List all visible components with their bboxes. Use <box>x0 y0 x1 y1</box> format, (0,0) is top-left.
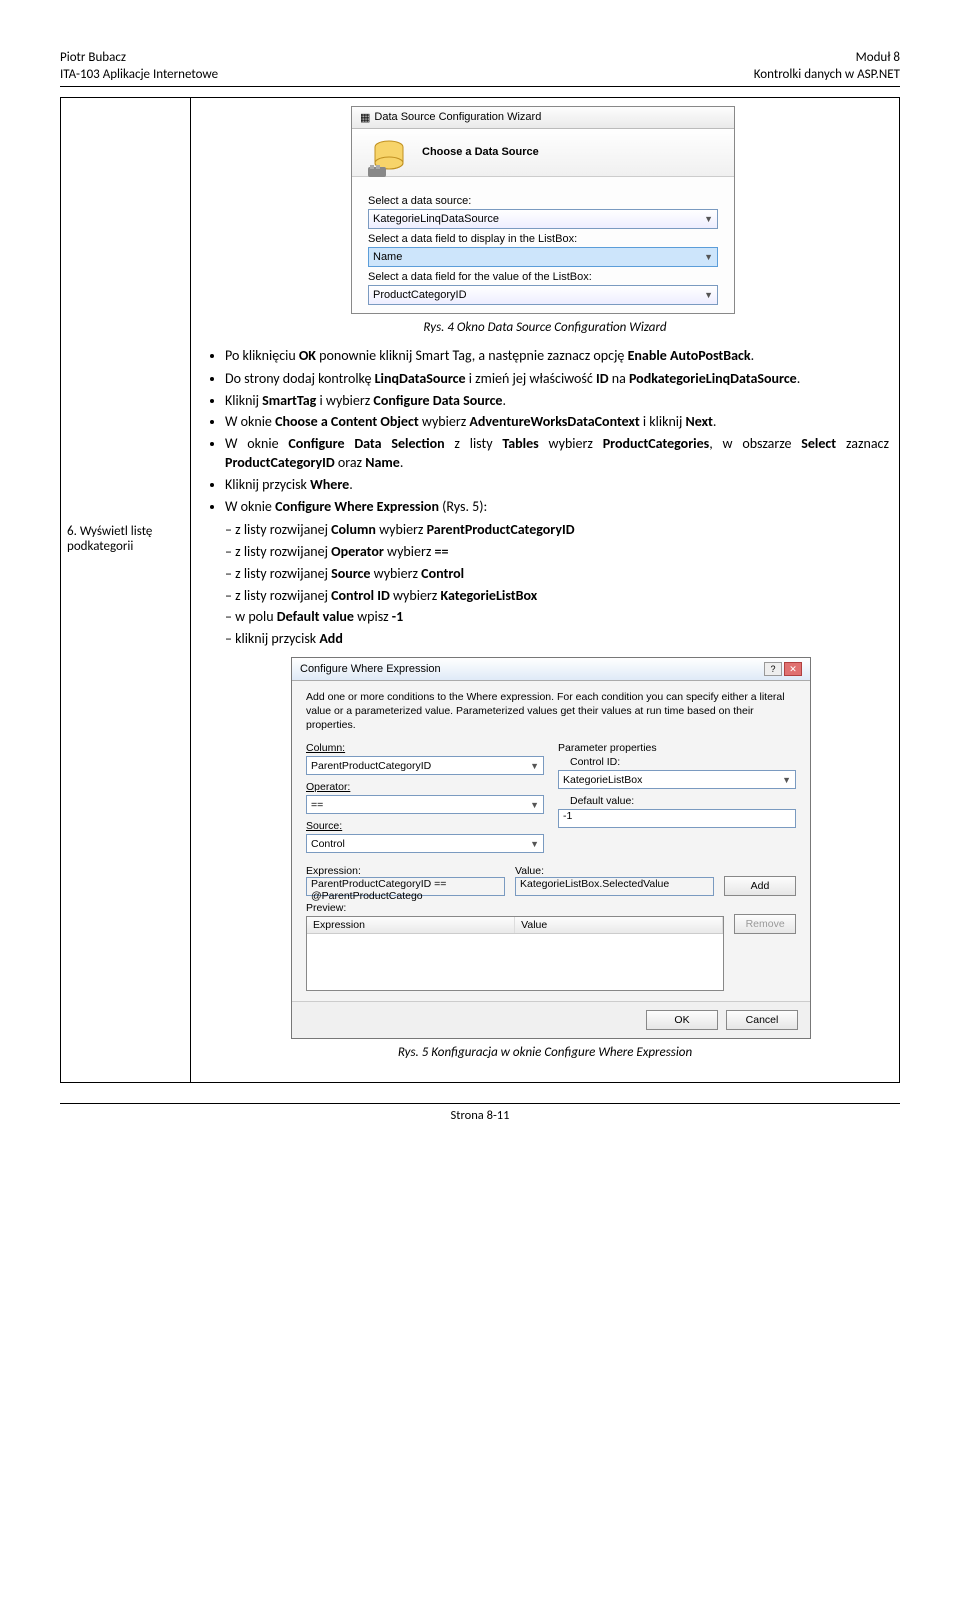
wizard1-combo-value[interactable]: ProductCategoryID▼ <box>368 285 718 305</box>
bullet-smarttag: Kliknij SmartTag i wybierz Configure Dat… <box>225 392 889 411</box>
chevron-down-icon: ▼ <box>704 214 713 224</box>
page-footer: Strona 8-11 <box>60 1103 900 1123</box>
step-number: 6. <box>67 524 77 539</box>
readonly-expression: ParentProductCategoryID == @ParentProduc… <box>306 877 505 896</box>
dash-column: z listy rozwijanej Column wybierz Parent… <box>225 521 889 540</box>
bullet-configure-selection: W oknie Configure Data Selection z listy… <box>225 435 889 473</box>
figure-5-caption: Rys. 5 Konfiguracja w oknie Configure Wh… <box>201 1045 889 1060</box>
bullet-where: Kliknij przycisk Where. <box>225 476 889 495</box>
label-operator: Operator: <box>306 781 544 793</box>
preview-table: Expression Value <box>306 916 724 991</box>
chevron-down-icon: ▼ <box>782 775 791 785</box>
chevron-down-icon: ▼ <box>530 839 539 849</box>
wizard1-label-datasource: Select a data source: <box>368 195 718 207</box>
bullet-choose-content: W oknie Choose a Content Object wybierz … <box>225 413 889 432</box>
input-default-value[interactable]: -1 <box>558 809 796 828</box>
chevron-down-icon: ▼ <box>530 761 539 771</box>
wizard1-label-display: Select a data field to display in the Li… <box>368 233 718 245</box>
bullet-linqdatasource: Do strony dodaj kontrolkę LinqDataSource… <box>225 370 889 389</box>
wizard2-title: Configure Where Expression <box>300 663 441 675</box>
combo-column[interactable]: ParentProductCategoryID▼ <box>306 756 544 775</box>
bullet-where-expression: W oknie Configure Where Expression (Rys.… <box>225 498 889 517</box>
chevron-down-icon: ▼ <box>530 800 539 810</box>
content-column: ▦ Data Source Configuration Wizard Choos… <box>191 98 899 1082</box>
dash-operator: z listy rozwijanej Operator wybierz == <box>225 543 889 562</box>
wizard1-combo-display[interactable]: Name▼ <box>368 247 718 267</box>
label-param-properties: Parameter properties <box>558 742 796 754</box>
figure-4-caption: Rys. 4 Okno Data Source Configuration Wi… <box>201 320 889 335</box>
dash-add: kliknij przycisk Add <box>225 630 889 649</box>
add-button[interactable]: Add <box>724 876 796 896</box>
dash-default-value: w polu Default value wpisz -1 <box>225 608 889 627</box>
database-icon <box>364 137 414 182</box>
label-column: Column: <box>306 742 544 754</box>
label-default-value: Default value: <box>558 795 796 807</box>
wizard1-title: Data Source Configuration Wizard <box>374 111 541 123</box>
wizard1-header: Choose a Data Source <box>352 129 734 177</box>
step-column: 6. Wyświetl listę podkategorii <box>61 98 191 1082</box>
label-expression: Expression: <box>306 865 361 877</box>
chevron-down-icon: ▼ <box>704 252 713 262</box>
page-number: Strona 8-11 <box>451 1108 510 1123</box>
help-icon[interactable]: ? <box>764 662 782 676</box>
header-course: ITA-103 Aplikacje Internetowe <box>60 67 218 84</box>
combo-source[interactable]: Control▼ <box>306 834 544 853</box>
th-value: Value <box>515 917 723 933</box>
wizard1-label-value: Select a data field for the value of the… <box>368 271 718 283</box>
remove-button[interactable]: Remove <box>734 914 796 934</box>
header-topic: Kontrolki danych w ASP.NET <box>754 67 900 84</box>
wizard1-combo-datasource[interactable]: KategorieLinqDataSource▼ <box>368 209 718 229</box>
wizard1-headline: Choose a Data Source <box>422 146 539 158</box>
combo-operator[interactable]: ==▼ <box>306 795 544 814</box>
wizard-icon: ▦ <box>360 111 370 124</box>
dash-source: z listy rozwijanej Source wybierz Contro… <box>225 565 889 584</box>
dash-control-id: z listy rozwijanej Control ID wybierz Ka… <box>225 587 889 606</box>
header-author: Piotr Bubacz <box>60 50 218 67</box>
th-expression: Expression <box>307 917 515 933</box>
step-title: Wyświetl listę podkategorii <box>67 524 152 554</box>
label-preview: Preview: <box>306 902 346 914</box>
cancel-button[interactable]: Cancel <box>726 1010 798 1030</box>
chevron-down-icon: ▼ <box>704 290 713 300</box>
combo-control-id[interactable]: KategorieListBox▼ <box>558 770 796 789</box>
close-icon[interactable]: ✕ <box>784 662 802 676</box>
readonly-value: KategorieListBox.SelectedValue <box>515 877 714 896</box>
page-header: Piotr Bubacz ITA-103 Aplikacje Interneto… <box>60 50 900 84</box>
instruction-table: 6. Wyświetl listę podkategorii ▦ Data So… <box>60 97 900 1083</box>
wizard2-titlebar: Configure Where Expression ? ✕ <box>292 658 810 681</box>
label-control-id: Control ID: <box>558 756 796 768</box>
label-value: Value: <box>515 865 544 877</box>
wizard-where-expression: Configure Where Expression ? ✕ Add one o… <box>291 657 811 1039</box>
wizard-data-source: ▦ Data Source Configuration Wizard Choos… <box>351 106 735 314</box>
ok-button[interactable]: OK <box>646 1010 718 1030</box>
header-divider <box>60 86 900 87</box>
wizard2-description: Add one or more conditions to the Where … <box>306 691 796 732</box>
wizard1-titlebar: ▦ Data Source Configuration Wizard <box>352 107 734 129</box>
bullet-autopostback: Po kliknięciu OK ponownie kliknij Smart … <box>225 347 889 366</box>
header-module: Moduł 8 <box>754 50 900 67</box>
label-source: Source: <box>306 820 544 832</box>
